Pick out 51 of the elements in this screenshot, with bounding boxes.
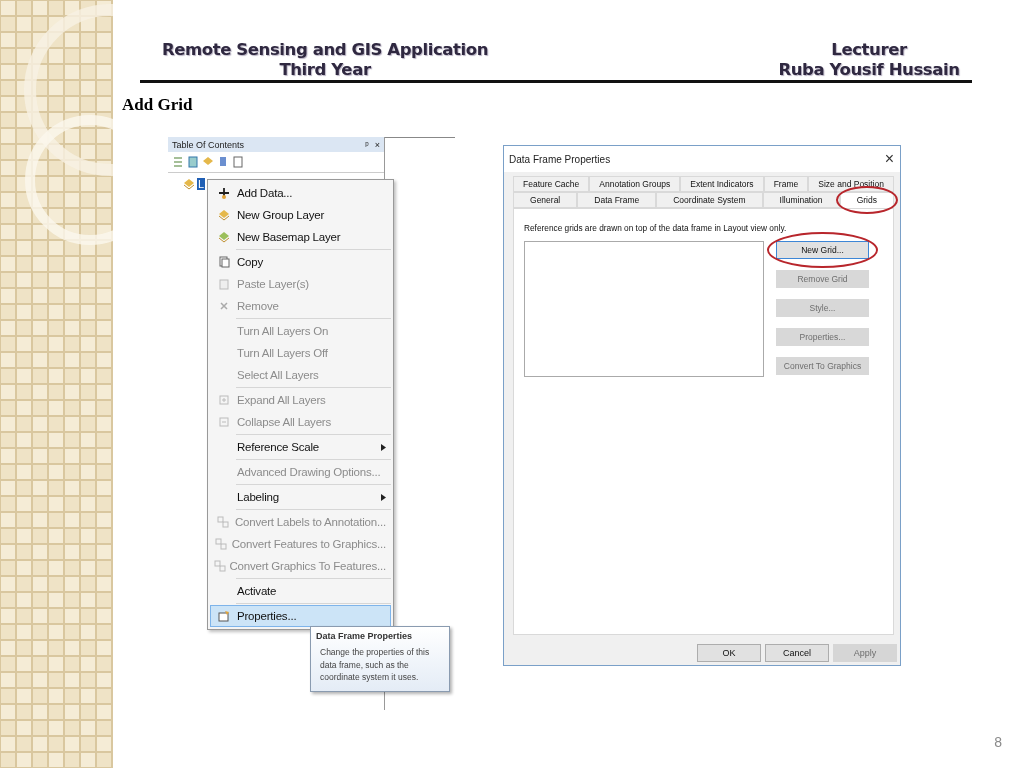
convert-icon (214, 560, 227, 572)
tooltip-title: Data Frame Properties (316, 631, 414, 641)
properties-icon (218, 610, 230, 622)
pin-button[interactable]: ᵖ (365, 139, 369, 150)
menu-item[interactable]: Activate (210, 580, 391, 602)
course-title: Remote Sensing and GIS Application (161, 40, 489, 60)
convert-icon (216, 516, 229, 528)
menu-item[interactable]: New Basemap Layer (210, 226, 391, 248)
layer-icon (183, 178, 195, 190)
slide-heading: Add Grid (122, 95, 193, 115)
description-text: Reference grids are drawn on top of the data frame in Layout view only. (524, 223, 788, 233)
dialog-button[interactable]: OK (697, 644, 761, 662)
close-icon (218, 300, 230, 312)
tab[interactable]: General (513, 192, 578, 208)
tooltip-text: Change the properties of this data frame, such as the coordinate system it uses. (319, 646, 431, 684)
dialog-title: Data Frame Properties (509, 153, 611, 165)
expand-icon (218, 394, 230, 406)
tab[interactable]: Frame (763, 176, 809, 192)
tab[interactable]: Feature Cache (513, 176, 590, 192)
layer-icon (218, 209, 230, 221)
dialog-button[interactable]: Cancel (765, 644, 829, 662)
tab[interactable]: Grids (839, 192, 894, 208)
copy-icon (218, 256, 230, 268)
convert-icon (215, 538, 228, 550)
tab[interactable]: Data Frame (577, 192, 657, 208)
basemap-icon (218, 231, 230, 243)
menu-item[interactable]: Labeling (210, 486, 391, 508)
menu-item[interactable]: New Group Layer (210, 204, 391, 226)
tab[interactable]: Coordinate System (656, 192, 763, 208)
grid-button[interactable]: New Grid... (776, 241, 869, 259)
list-icon (172, 156, 184, 168)
menu-item[interactable]: Add Data... (210, 182, 391, 204)
tab[interactable]: Extent Indicators (680, 176, 764, 192)
panel-title: Table Of Contents (172, 139, 245, 150)
tab[interactable]: Annotation Groups (589, 176, 681, 192)
lecturer-name: Ruba Yousif Hussain (778, 60, 960, 80)
paste-icon (218, 278, 230, 290)
page-number: 8 (994, 734, 1002, 750)
course-year: Third Year (279, 60, 371, 80)
tab[interactable]: Size and Position (808, 176, 894, 192)
role-label: Lecturer (831, 40, 907, 60)
collapse-icon (218, 416, 230, 428)
menu-item[interactable]: Properties... (210, 605, 391, 627)
layer-label[interactable]: L (197, 178, 206, 190)
close-button[interactable]: × (374, 139, 380, 150)
tab[interactable]: Illumination (762, 192, 840, 208)
menu-item[interactable]: Reference Scale (210, 436, 391, 458)
add-icon (218, 187, 230, 199)
menu-item[interactable]: Copy (210, 251, 391, 273)
grid-list[interactable] (524, 241, 764, 377)
close-button[interactable]: × (884, 150, 894, 168)
